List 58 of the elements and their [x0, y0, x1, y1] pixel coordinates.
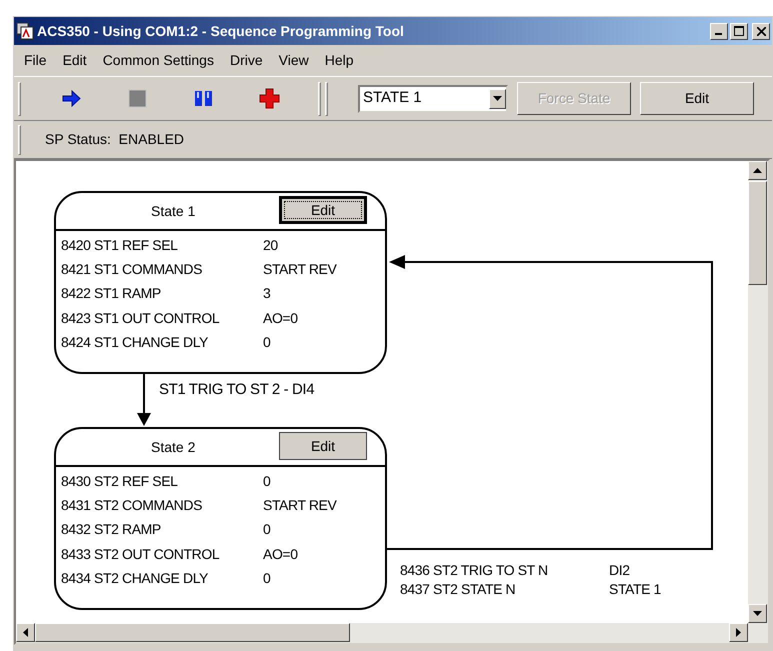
plus-icon — [259, 88, 280, 109]
parameter-name: 8437 ST2 STATE N — [400, 580, 516, 599]
state-title: State 1 — [151, 202, 196, 220]
parameter-name: 8422 ST1 RAMP — [61, 284, 162, 304]
edit-button[interactable]: Edit — [279, 196, 367, 224]
parameter-name: 8436 ST2 TRIG TO ST N — [400, 561, 549, 580]
parameter-name: 8432 ST2 RAMP — [61, 520, 162, 540]
close-button[interactable] — [752, 22, 770, 40]
parameter-name: 8420 ST1 REF SEL — [61, 236, 179, 255]
scroll-thumb[interactable] — [748, 181, 767, 285]
app-icon — [16, 22, 34, 40]
parameter-name: 8431 ST2 COMMANDS — [61, 496, 204, 515]
parameter-value: DI2 — [609, 561, 630, 580]
scroll-right-icon — [736, 628, 741, 637]
state-dropdown[interactable]: STATE 1 — [358, 84, 508, 112]
parameter-name: 8433 ST2 OUT CONTROL — [61, 544, 220, 564]
state-title: State 2 — [151, 438, 196, 456]
minimize-button[interactable] — [710, 22, 728, 40]
edit-button[interactable]: Edit — [640, 82, 754, 115]
menu-item[interactable]: Help — [316, 50, 362, 71]
parameter-value: START REV — [263, 496, 336, 515]
edit-button[interactable]: Edit — [279, 432, 367, 460]
parameter-name: 8421 ST1 COMMANDS — [61, 260, 204, 279]
dropdown-arrow-icon — [493, 96, 502, 101]
parameter-value: AO=0 — [263, 308, 298, 328]
parameter-value: 3 — [263, 284, 270, 304]
menu-item[interactable]: Edit — [54, 50, 95, 71]
maximize-icon — [734, 26, 744, 36]
window-title: ACS350 - Using COM1:2 - Sequence Programming Tool — [37, 22, 405, 41]
scroll-left-icon — [23, 628, 28, 637]
stop-icon — [126, 88, 148, 109]
maximize-button[interactable] — [730, 22, 748, 40]
parameter-value: 0 — [263, 472, 270, 491]
arrow-right-icon — [60, 88, 82, 109]
close-icon — [756, 26, 766, 36]
parameter-value: AO=0 — [263, 544, 298, 564]
parameter-value: STATE 1 — [609, 580, 661, 599]
menu-item[interactable]: Drive — [222, 50, 271, 71]
parameter-value: 0 — [263, 520, 270, 540]
vertical-scrollbar[interactable] — [748, 161, 768, 623]
pause-icon — [193, 88, 214, 109]
sp-status-text: SP Status: ENABLED — [45, 130, 184, 149]
menu-item[interactable]: Common Settings — [94, 50, 222, 71]
transition-label: ST1 TRIG TO ST 2 - DI4 — [159, 380, 314, 400]
parameter-value: 0 — [263, 568, 270, 588]
parameter-value: START REV — [263, 260, 336, 279]
parameter-name: 8434 ST2 CHANGE DLY — [61, 568, 209, 588]
menu-item[interactable]: View — [270, 50, 317, 71]
menu-item[interactable]: File — [16, 50, 55, 71]
parameter-value: 20 — [263, 236, 278, 255]
horizontal-scrollbar[interactable] — [16, 623, 768, 643]
parameter-name: 8424 ST1 CHANGE DLY — [61, 332, 209, 352]
scroll-down-icon — [753, 611, 762, 616]
scroll-up-icon — [753, 168, 762, 173]
scroll-thumb[interactable] — [35, 623, 350, 642]
parameter-name: 8423 ST1 OUT CONTROL — [61, 308, 220, 328]
parameter-name: 8430 ST2 REF SEL — [61, 472, 179, 491]
parameter-value: 0 — [263, 332, 270, 352]
